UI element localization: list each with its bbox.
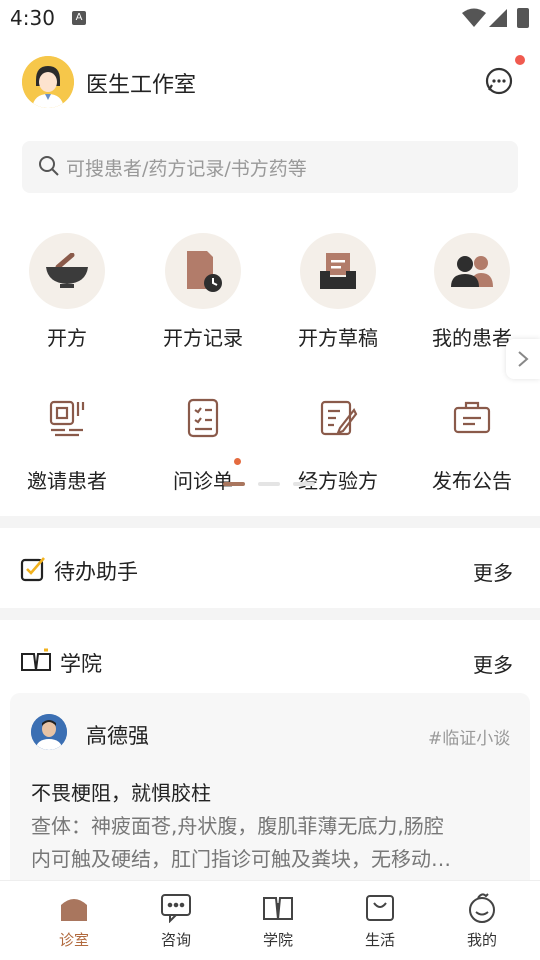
grid-label: 发布公告	[432, 469, 512, 493]
tab-label: 诊室	[58, 931, 89, 949]
tab-clinic[interactable]: 诊室	[39, 892, 109, 950]
chat-icon	[159, 892, 193, 924]
tab-label: 生活	[364, 931, 395, 949]
article-excerpt-line: 查体：神疲面苍,舟状腹，腹肌菲薄无底力,肠腔	[31, 814, 444, 838]
page-title: 医生工作室	[86, 73, 197, 98]
message-icon[interactable]	[484, 66, 514, 96]
pager-dot	[258, 482, 280, 486]
grid-label: 开方记录	[163, 326, 243, 350]
search-icon	[39, 156, 59, 176]
draft-box-icon	[300, 233, 376, 309]
open-book-icon	[21, 648, 51, 671]
tab-consult[interactable]: 咨询	[141, 892, 211, 950]
grid-label: 邀请患者	[27, 469, 107, 493]
article-excerpt: 查体：神疲面苍,舟状腹，腹肌菲薄无底力,肠腔 内可触及硬结，肛门指诊可触及粪块，…	[31, 810, 511, 876]
status-time: 4:30	[10, 6, 55, 30]
grid-item-publish-announcement[interactable]: 发布公告	[417, 393, 527, 494]
prescription-record-icon	[165, 233, 241, 309]
todo-title: 待办助手	[54, 560, 138, 584]
tab-label: 学院	[262, 931, 293, 949]
tab-label: 我的	[466, 931, 497, 949]
profile-icon	[465, 892, 499, 924]
checklist-icon	[178, 393, 228, 443]
clinic-icon	[57, 892, 91, 924]
grid-label: 开方	[47, 326, 87, 350]
academy-title: 学院	[60, 652, 102, 676]
life-bag-icon	[363, 892, 397, 924]
author-avatar[interactable]	[31, 714, 67, 750]
search-placeholder: 可搜患者/药方记录/书方药等	[66, 158, 307, 180]
grid-label: 开方草稿	[298, 326, 378, 350]
notification-a-icon: A	[72, 11, 86, 25]
qr-invite-icon	[42, 393, 92, 443]
tab-label: 咨询	[160, 931, 191, 949]
signal-icon	[489, 9, 507, 27]
grid-item-my-patients[interactable]: 我的患者	[417, 233, 527, 351]
tab-academy[interactable]: 学院	[243, 892, 313, 950]
grid-item-prescribe[interactable]: 开方	[12, 233, 122, 351]
tab-mine[interactable]: 我的	[447, 892, 517, 950]
article-tag[interactable]: #临证小谈	[428, 724, 510, 749]
todo-more-link[interactable]: 更多	[473, 557, 513, 586]
doctor-avatar[interactable]	[22, 56, 74, 108]
academy-more-link[interactable]: 更多	[473, 649, 513, 678]
battery-icon	[517, 8, 529, 28]
checkbox-todo-icon	[20, 557, 45, 582]
grid-label: 经方验方	[298, 469, 378, 493]
article-excerpt-line: 内可触及硬结，肛门指诊可触及粪块，无移动…	[31, 847, 451, 871]
grid-item-classic-formulas[interactable]: 经方验方	[283, 393, 393, 494]
grid-label: 问诊单	[173, 469, 233, 493]
patients-icon	[434, 233, 510, 309]
article-author: 高德强	[86, 724, 149, 748]
wifi-icon	[462, 8, 486, 27]
article-title: 不畏梗阻，就惧胶柱	[31, 781, 211, 805]
mortar-icon	[29, 233, 105, 309]
tab-life[interactable]: 生活	[345, 892, 415, 950]
consult-form-badge-dot	[234, 458, 241, 465]
grid-item-drafts[interactable]: 开方草稿	[283, 233, 393, 351]
message-badge-dot	[515, 55, 525, 65]
announcement-icon	[447, 393, 497, 443]
pager-dot-active	[223, 482, 245, 486]
pager-dot	[293, 482, 315, 486]
grid-item-prescription-records[interactable]: 开方记录	[148, 233, 258, 351]
grid-item-invite-patient[interactable]: 邀请患者	[12, 393, 122, 494]
book-icon	[261, 892, 295, 924]
edit-doc-icon	[313, 393, 363, 443]
chevron-right-icon[interactable]	[506, 339, 540, 379]
grid-item-consult-form[interactable]: 问诊单	[148, 393, 258, 494]
